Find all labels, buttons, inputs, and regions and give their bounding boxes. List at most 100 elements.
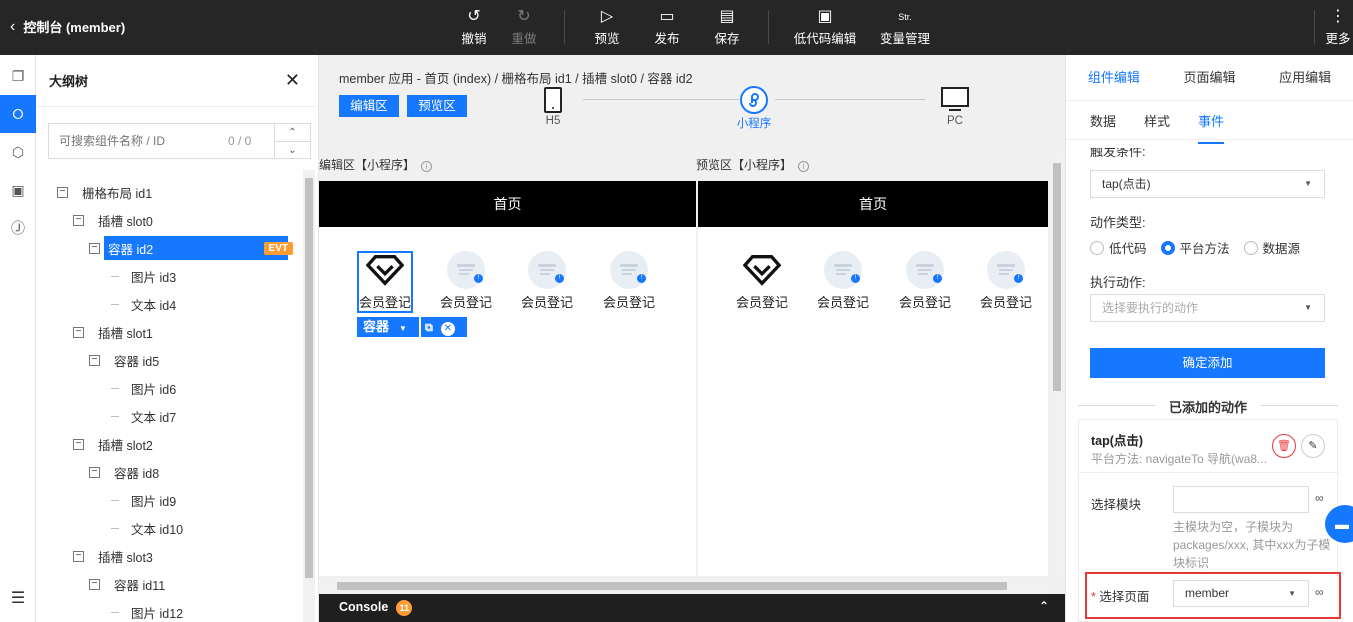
pages-icon[interactable]: ❐ (0, 57, 36, 95)
outline-scrollbar[interactable] (303, 170, 315, 622)
publish-button[interactable]: ▭ 发布 (637, 6, 697, 47)
tree-node[interactable]: − 插槽 slot1 (51, 318, 303, 346)
tree-node-label: 容器 id11 (114, 578, 166, 593)
copy-icon[interactable]: ⧉ (425, 322, 433, 334)
console-bar[interactable]: Console 11 ⌃ (319, 594, 1065, 622)
more-button[interactable]: ⋮ 更多 (1316, 6, 1353, 47)
tree-node[interactable]: 图片 id6 (51, 374, 303, 402)
collapse-icon[interactable]: − (89, 466, 100, 478)
link-icon[interactable]: ∞ (1315, 585, 1324, 599)
tree-node[interactable]: 图片 id3 (51, 262, 303, 290)
scrollbar-thumb[interactable] (1053, 163, 1061, 391)
radio-label: 平台方法 (1179, 242, 1230, 256)
image-placeholder-icon: ! (906, 251, 944, 289)
top-toolbar: ‹ 控制台 (member) ↺ 撤销 ↻ 重做 ▷ 预览 ▭ 发布 ▤ 保存 … (0, 0, 1353, 55)
info-icon[interactable]: i (421, 161, 433, 172)
module-hint: 主模块为空，子模块为packages/xxx, 其中xxx为子模块标识 (1173, 520, 1331, 570)
item-label: 会员登记 (735, 295, 788, 310)
step-pc[interactable]: PC (925, 85, 985, 127)
radio-datasource[interactable]: 数据源 (1243, 238, 1300, 257)
preview-button[interactable]: ▷ 预览 (577, 6, 637, 47)
search-input[interactable] (49, 124, 228, 158)
radio-lowcode[interactable]: 低代码 (1090, 238, 1147, 257)
preview-area-button[interactable]: 预览区 (407, 95, 467, 117)
tree-node[interactable]: 文本 id4 (51, 290, 303, 318)
canvas-vertical-scrollbar[interactable] (1050, 147, 1064, 579)
collapse-icon[interactable]: − (73, 214, 84, 226)
step-h5[interactable]: H5 (523, 85, 583, 127)
member-item[interactable]: ! 会员登记 (436, 251, 496, 311)
outline-panel: 大纲树 ✕ 0 / 0 ⌃ ⌄ − 栅格布局 id1 − 插槽 slot0 − … (37, 55, 319, 622)
chevron-down-icon[interactable]: ⌄ (275, 142, 310, 159)
platform-steps: H5 小程序 PC (539, 85, 969, 139)
info-icon[interactable]: i (798, 161, 810, 172)
chevron-up-icon[interactable]: ⌃ (1039, 599, 1049, 613)
step-miniprogram[interactable]: 小程序 (724, 85, 784, 131)
tree-node[interactable]: − 容器 id5 (51, 346, 303, 374)
components-icon[interactable]: ⬡ (0, 133, 36, 171)
item-label: 会员登记 (816, 295, 869, 310)
tree-node[interactable]: − 容器 id11 (51, 570, 303, 598)
tree-node[interactable]: 图片 id12 (51, 598, 303, 622)
js-icon[interactable]: Ⓙ (0, 209, 36, 247)
variable-icon: Str. (898, 12, 912, 22)
tab-page-edit[interactable]: 页面编辑 (1162, 55, 1258, 100)
canvas-horizontal-scrollbar[interactable] (319, 579, 1049, 593)
caret-down-icon: ▼ (1304, 303, 1312, 312)
collapse-icon[interactable]: − (57, 186, 68, 198)
collapse-menu-icon[interactable]: ☰ (0, 588, 36, 608)
tree-node[interactable]: 文本 id7 (51, 402, 303, 430)
member-item[interactable]: ! 会员登记 (599, 251, 659, 311)
outline-tree-icon[interactable]: ⭘ (0, 95, 36, 133)
datasource-icon[interactable]: ▣ (0, 171, 36, 209)
outline-title: 大纲树 (49, 74, 89, 89)
radio-platform-method[interactable]: 平台方法 (1160, 238, 1230, 257)
collapse-icon[interactable]: − (73, 550, 84, 562)
trigger-select[interactable]: tap(点击) ▼ (1090, 170, 1325, 198)
tree-node[interactable]: − 插槽 slot0 (51, 206, 303, 234)
save-button[interactable]: ▤ 保存 (697, 6, 757, 47)
edit-icon[interactable]: ✎ (1301, 434, 1325, 458)
caret-down-icon: ▼ (399, 324, 407, 333)
dot-badge: ! (555, 274, 564, 283)
scrollbar-thumb[interactable] (305, 178, 313, 578)
edit-area-text: 编辑区【小程序】 (319, 158, 416, 172)
tree-node-label: 文本 id10 (131, 522, 184, 537)
collapse-icon[interactable]: − (89, 354, 100, 366)
tree-node-label: 图片 id3 (131, 270, 177, 285)
tree-node[interactable]: − 栅格布局 id1 (51, 178, 303, 206)
module-input[interactable] (1173, 486, 1309, 513)
chevron-up-icon[interactable]: ⌃ (275, 124, 310, 142)
collapse-icon[interactable]: − (73, 326, 84, 338)
tree-node[interactable]: − 插槽 slot2 (51, 430, 303, 458)
collapse-icon[interactable]: − (89, 242, 100, 254)
delete-circle-icon[interactable]: ✕ (440, 322, 455, 336)
close-icon[interactable]: ✕ (285, 70, 300, 91)
tree-node[interactable]: − 容器 id8 (51, 458, 303, 486)
page-select[interactable]: member ▼ (1173, 580, 1309, 607)
tree-node[interactable]: 图片 id9 (51, 486, 303, 514)
added-actions-text: 已添加的动作 (1168, 400, 1247, 415)
redo-button[interactable]: ↻ 重做 (494, 6, 554, 47)
tab-app-edit[interactable]: 应用编辑 (1257, 55, 1353, 100)
tree-node[interactable]: 文本 id10 (51, 514, 303, 542)
exec-action-select[interactable]: 选择要执行的动作 ▼ (1090, 294, 1325, 322)
collapse-icon[interactable]: − (73, 438, 84, 450)
tab-component-edit[interactable]: 组件编辑 (1066, 55, 1162, 100)
tree-node-selected[interactable]: − 容器 id2 EVT (51, 234, 303, 262)
tree-node[interactable]: − 插槽 slot3 (51, 542, 303, 570)
container-selector[interactable]: 容器 ▼ (357, 317, 419, 337)
back-button[interactable]: ‹ 控制台 (member) (10, 17, 125, 36)
collapse-icon[interactable]: − (89, 578, 100, 590)
scrollbar-thumb[interactable] (337, 582, 1007, 590)
lowcode-edit-button[interactable]: ▣ 低代码编辑 (790, 6, 860, 47)
variable-manage-button[interactable]: Str. 变量管理 (872, 6, 938, 47)
edit-area-button[interactable]: 编辑区 (339, 95, 399, 117)
link-icon[interactable]: ∞ (1315, 491, 1324, 505)
diamond-icon (743, 251, 781, 289)
module-label: 选择模块 (1091, 498, 1142, 512)
confirm-add-button[interactable]: 确定添加 (1090, 348, 1325, 378)
member-item[interactable]: ! 会员登记 (517, 251, 577, 311)
delete-icon[interactable]: 🗑 (1272, 434, 1296, 458)
redo-icon: ↻ (517, 8, 531, 25)
